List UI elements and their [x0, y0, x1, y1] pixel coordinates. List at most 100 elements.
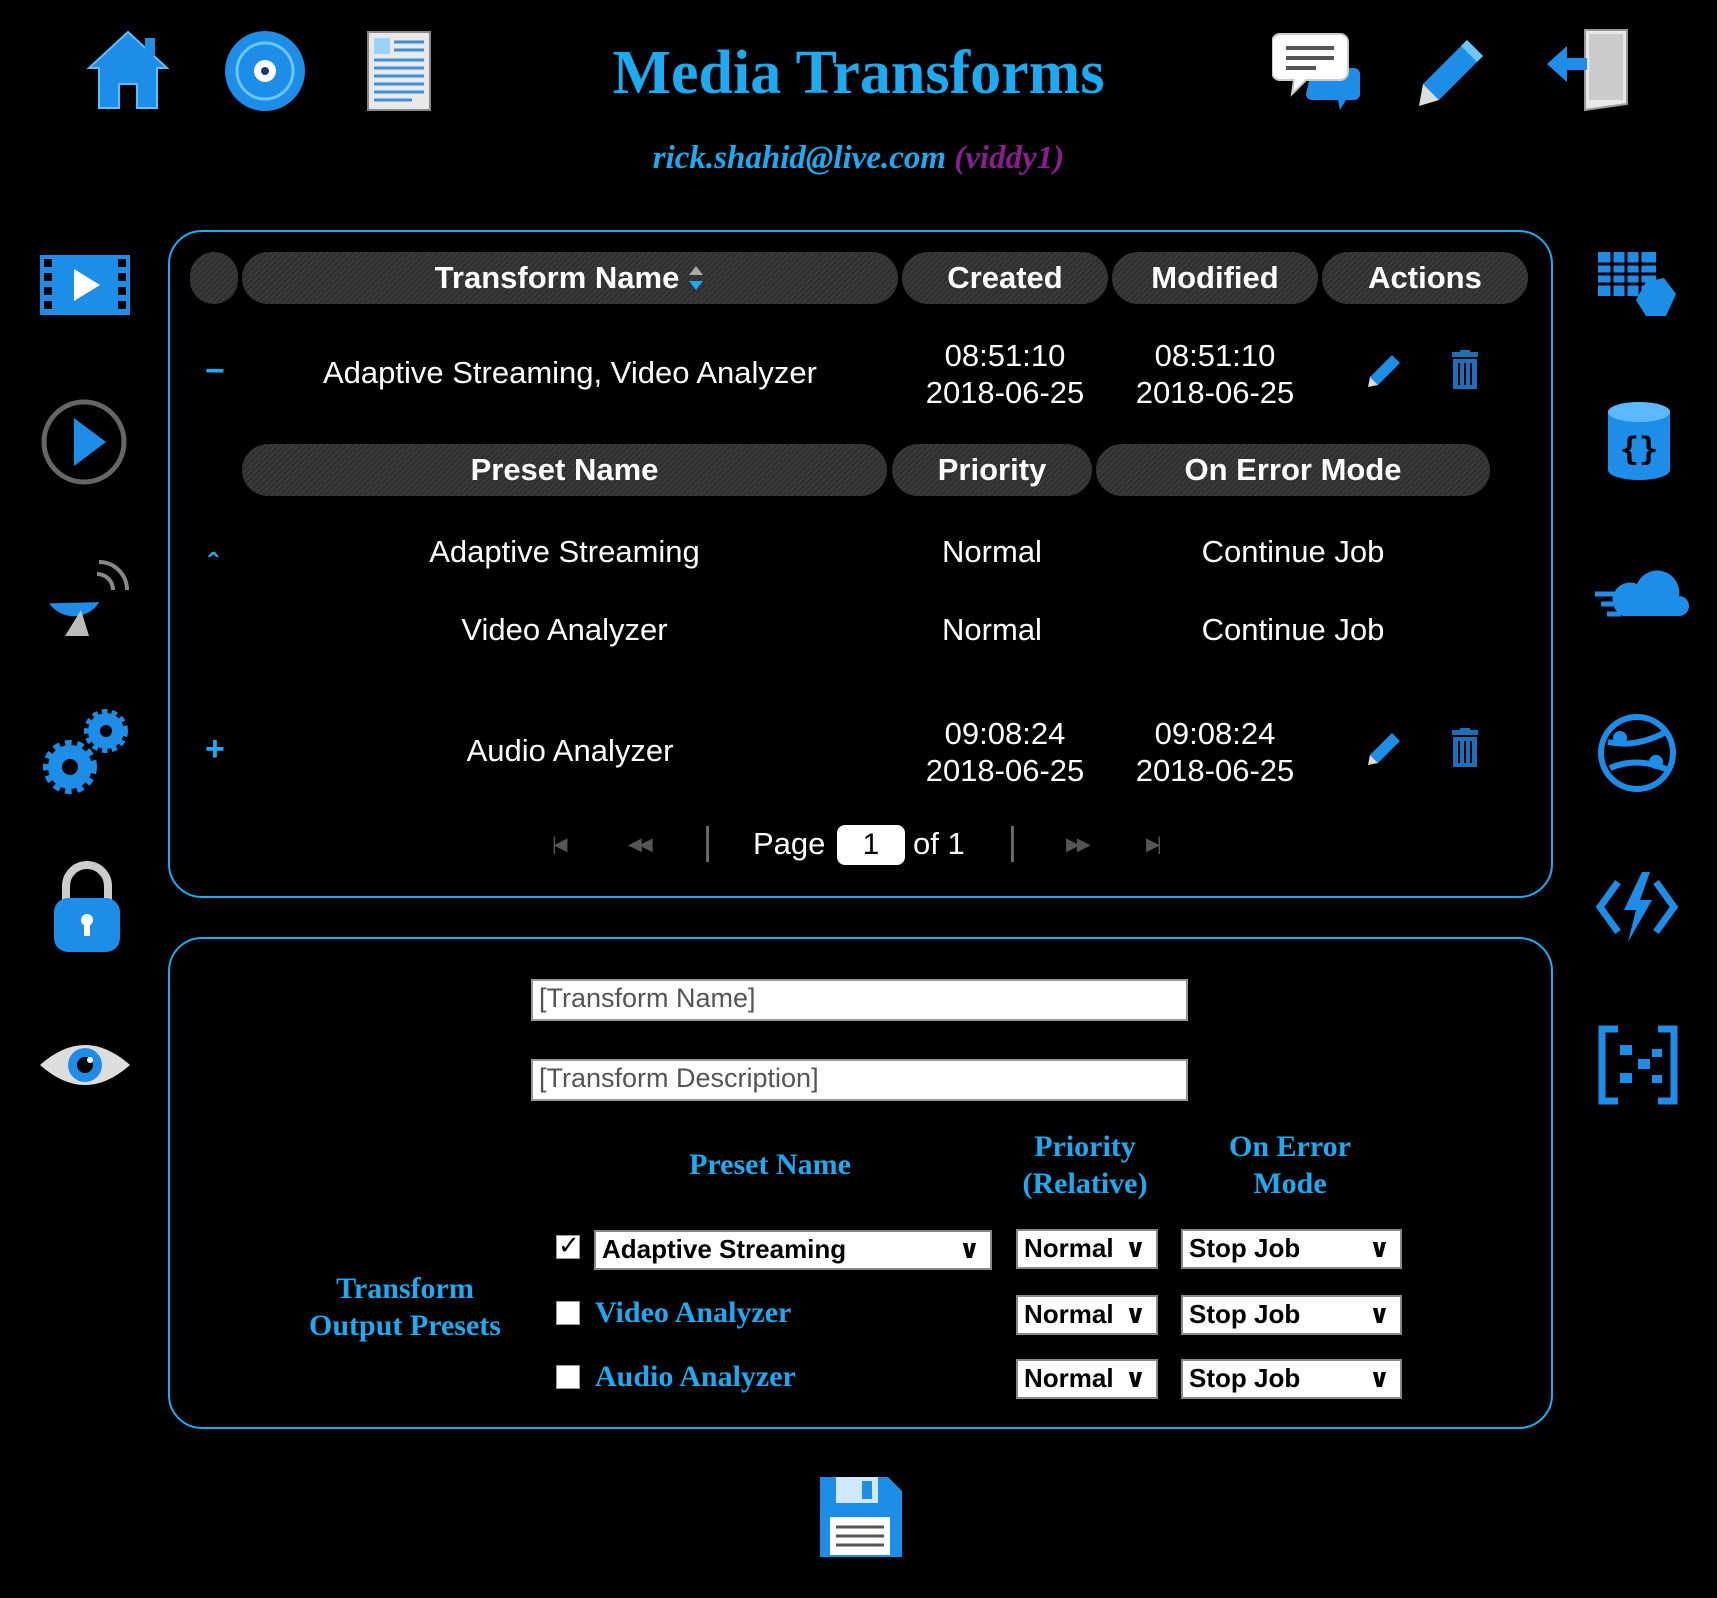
sidebar-cosmos-db[interactable]: {}	[1604, 398, 1674, 484]
page-total-label: of 1	[913, 826, 965, 861]
preset-checkbox[interactable]	[556, 1301, 580, 1325]
event-grid-icon	[1598, 1025, 1678, 1105]
edit-button[interactable]	[1417, 36, 1487, 108]
modified-cell: 09:08:24 2018-06-25	[1112, 715, 1318, 789]
sidebar-video-files[interactable]	[40, 255, 130, 315]
column-header-label: Transform Name	[434, 260, 680, 295]
chevron-down-icon: ∨	[1124, 1299, 1146, 1329]
priority-select-value: Normal	[1024, 1233, 1114, 1263]
chevron-down-icon: ∨	[1368, 1299, 1390, 1329]
modified-date: 2018-06-25	[1135, 375, 1295, 410]
preset-checkbox[interactable]: ✓	[556, 1230, 580, 1260]
priority-cell: Normal	[942, 534, 1042, 569]
modified-date: 2018-06-25	[1135, 753, 1295, 788]
preset-name-header: Preset Name	[689, 1148, 851, 1181]
sidebar-security[interactable]	[50, 860, 124, 954]
transform-name-input[interactable]: [Transform Name]	[531, 979, 1188, 1021]
chat-icon	[1272, 33, 1360, 110]
column-header-label: Modified	[1151, 260, 1279, 295]
pencil-icon	[1368, 355, 1400, 387]
subcolumn-header-on-error: On Error Mode	[1096, 444, 1490, 496]
sidebar-player[interactable]	[40, 398, 128, 486]
preset-label: Video Analyzer	[595, 1296, 792, 1329]
page-number-input[interactable]: 1	[837, 825, 905, 865]
collapse-subtable-toggle[interactable]: ˆ	[208, 548, 218, 582]
collapse-row-toggle[interactable]: −	[205, 352, 225, 391]
modified-time: 09:08:24	[1154, 716, 1276, 751]
sidebar-event-grid[interactable]	[1598, 1025, 1678, 1105]
column-header-created[interactable]: Created	[902, 252, 1108, 304]
chevron-down-icon: ∨	[1368, 1233, 1390, 1263]
chevron-down-icon: ∨	[1368, 1363, 1390, 1393]
on-error-cell: Continue Job	[1201, 534, 1385, 569]
edit-transform-button[interactable]	[1368, 731, 1402, 770]
pager-divider	[706, 826, 709, 862]
modified-time: 08:51:10	[1154, 338, 1276, 373]
priority-select[interactable]: Normal ∨	[1016, 1295, 1158, 1335]
sidebar-table-storage[interactable]	[1596, 248, 1678, 322]
account-email: rick.shahid@live.com	[652, 140, 947, 176]
account-alias: (viddy1)	[954, 140, 1065, 176]
delete-transform-button[interactable]	[1450, 728, 1480, 773]
on-error-select[interactable]: Stop Job ∨	[1181, 1359, 1402, 1399]
priority-select[interactable]: Normal ∨	[1016, 1359, 1158, 1399]
cloud-icon	[1595, 570, 1689, 617]
transform-name-cell: Audio Analyzer	[466, 733, 674, 768]
priority-select-value: Normal	[1024, 1299, 1114, 1329]
priority-cell: Normal	[942, 612, 1042, 647]
on-error-select-value: Stop Job	[1189, 1233, 1301, 1263]
trash-icon	[1452, 350, 1478, 389]
output-presets-label: Transform Output Presets	[290, 1270, 520, 1344]
delete-transform-button[interactable]	[1450, 350, 1480, 395]
chat-button[interactable]	[1272, 32, 1362, 112]
gears-icon	[43, 709, 128, 794]
sidebar-network[interactable]	[1596, 712, 1678, 794]
created-date: 2018-06-25	[925, 375, 1085, 410]
expand-row-toggle[interactable]: +	[205, 730, 225, 769]
pencil-icon	[1368, 733, 1400, 765]
last-page-icon[interactable]: ▶|	[1146, 834, 1161, 855]
edit-transform-button[interactable]	[1368, 353, 1402, 392]
satellite-dish-icon	[49, 560, 129, 636]
checkmark-icon: ✓	[558, 1230, 580, 1260]
preset-select[interactable]: Adaptive Streaming ∨	[594, 1230, 992, 1270]
sign-out-button[interactable]	[1545, 28, 1635, 112]
column-header-actions: Actions	[1322, 252, 1528, 304]
pencil-icon	[1419, 40, 1483, 106]
priority-header: Priority (Relative)	[1000, 1128, 1170, 1202]
priority-select-value: Normal	[1024, 1363, 1114, 1393]
preset-name-cell: Adaptive Streaming	[429, 534, 700, 569]
column-header-label: Priority	[937, 452, 1047, 487]
previous-page-icon[interactable]: ◀◀	[628, 834, 653, 855]
lock-icon	[54, 861, 120, 952]
column-header-modified[interactable]: Modified	[1112, 252, 1318, 304]
video-file-icon	[40, 255, 130, 315]
priority-select[interactable]: Normal ∨	[1016, 1229, 1158, 1269]
save-button[interactable]	[816, 1473, 904, 1566]
column-header-label: Preset Name	[470, 452, 659, 487]
first-page-icon[interactable]: |◀	[552, 834, 567, 855]
priority-header-line1: Priority	[1034, 1130, 1136, 1163]
sidebar-live-streaming[interactable]	[45, 550, 133, 638]
on-error-select[interactable]: Stop Job ∨	[1181, 1229, 1402, 1269]
created-cell: 08:51:10 2018-06-25	[902, 337, 1108, 411]
created-time: 09:08:24	[944, 716, 1066, 751]
sidebar-settings[interactable]	[40, 705, 132, 797]
column-header-label: On Error Mode	[1184, 452, 1402, 487]
sidebar-functions[interactable]	[1596, 868, 1678, 946]
column-header-transform-name[interactable]: Transform Name	[242, 252, 898, 304]
expand-column-header	[190, 252, 238, 304]
floppy-disk-icon	[820, 1477, 902, 1557]
sign-out-icon	[1547, 29, 1628, 112]
preset-checkbox[interactable]	[556, 1365, 580, 1389]
on-error-header: On Error Mode	[1190, 1128, 1390, 1202]
on-error-select-value: Stop Job	[1189, 1363, 1301, 1393]
page-label: Page	[753, 826, 826, 861]
sidebar-cloud[interactable]	[1593, 568, 1689, 620]
next-page-icon[interactable]: ▶▶	[1066, 834, 1091, 855]
transform-description-input[interactable]: [Transform Description]	[531, 1059, 1188, 1101]
eye-icon	[40, 1045, 130, 1085]
chevron-down-icon: ∨	[1124, 1363, 1146, 1393]
sidebar-monitor[interactable]	[38, 1035, 132, 1095]
on-error-select[interactable]: Stop Job ∨	[1181, 1295, 1402, 1335]
